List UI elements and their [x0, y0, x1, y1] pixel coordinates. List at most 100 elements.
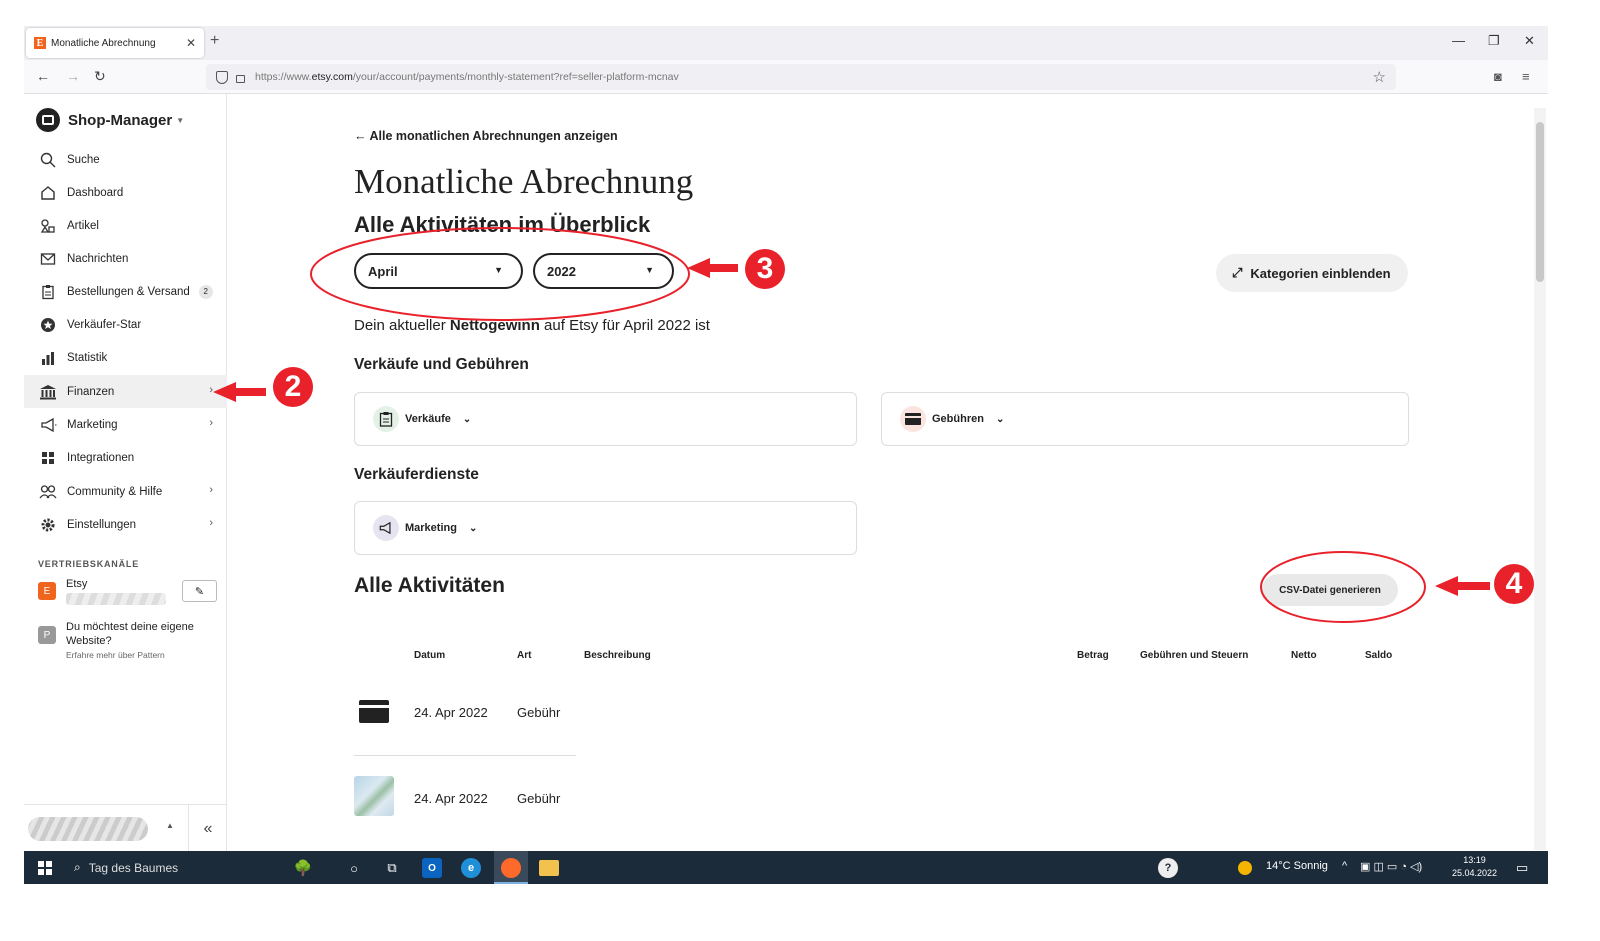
sales-fees-heading: Verkäufe und Gebühren [354, 356, 529, 373]
generate-csv-button[interactable]: CSV-Datei generieren [1262, 574, 1398, 606]
table-row[interactable]: 24. Apr 2022 Gebühr [354, 756, 576, 842]
fees-card[interactable]: Gebühren ⌄ [881, 392, 1409, 446]
pattern-website-promo[interactable]: P Du möchtest deine eigene Website? Erfa… [38, 618, 218, 668]
search-icon [38, 150, 58, 170]
minimize-icon[interactable]: — [1452, 33, 1465, 48]
taskbar-clock[interactable]: 13:19 25.04.2022 [1452, 854, 1497, 880]
browser-tab[interactable]: E Monatliche Abrechnung ✕ [26, 28, 204, 58]
taskbar-search[interactable]: ⌕ Tag des Baumes [68, 855, 318, 880]
sidebar: Shop-Manager ▼ Suche Dashboard Artikel N… [24, 94, 227, 853]
bank-icon [38, 382, 58, 402]
home-icon [38, 183, 58, 203]
orders-count-badge: 2 [198, 284, 213, 299]
tray-apps-icon[interactable]: ▣ ◫ ▭ ◔ ◁) [1360, 860, 1422, 873]
people-icon [38, 482, 58, 502]
collapse-sidebar-icon[interactable]: « [188, 805, 227, 853]
sidebar-item-dashboard[interactable]: Dashboard [24, 176, 227, 209]
shield-icon[interactable] [216, 70, 228, 84]
new-tab-icon[interactable]: + [210, 32, 219, 50]
outlook-icon[interactable]: O [422, 858, 442, 878]
sidebar-item-bestellungen[interactable]: Bestellungen & Versand 2 [24, 275, 227, 308]
table-row[interactable]: 24. Apr 2022 Gebühr [354, 670, 576, 756]
shapes-icon [38, 216, 58, 236]
etsy-favicon-icon: E [34, 37, 46, 49]
caret-down-icon: ▼ [176, 115, 185, 125]
month-select[interactable]: April ▼ [354, 253, 523, 289]
annotation-number-4: 4 [1494, 564, 1534, 604]
shop-manager-logo-icon [36, 108, 60, 132]
main-content: ← Alle monatlichen Abrechnungen anzeigen… [228, 94, 1532, 852]
star-badge-icon [38, 315, 58, 335]
browser-window: E Monatliche Abrechnung ✕ + — ❐ ✕ ← → ↻ … [24, 26, 1548, 884]
clipboard-icon [38, 282, 58, 302]
bar-chart-icon [38, 348, 58, 368]
sidebar-item-statistik[interactable]: Statistik [24, 341, 227, 374]
row-type: Gebühr [517, 705, 561, 720]
back-link[interactable]: ← Alle monatlichen Abrechnungen anzeigen [354, 129, 618, 143]
lock-icon[interactable] [236, 75, 245, 83]
forward-arrow-icon[interactable]: → [66, 68, 80, 84]
net-profit-text: Dein aktueller Nettogewinn auf Etsy für … [354, 317, 710, 334]
column-header-amount[interactable]: Betrag [1077, 650, 1109, 661]
column-header-balance[interactable]: Saldo [1365, 650, 1392, 661]
firefox-icon[interactable] [501, 858, 521, 878]
sidebar-item-nachrichten[interactable]: Nachrichten [24, 242, 227, 275]
sidebar-item-integrationen[interactable]: Integrationen [24, 441, 227, 474]
back-arrow-icon[interactable]: ← [36, 68, 50, 84]
pattern-icon: P [38, 626, 56, 644]
navigation-bar: ← → ↻ https://www.etsy.com/your/account/… [24, 60, 1548, 94]
sidebar-item-marketing[interactable]: Marketing › [24, 408, 227, 441]
bookmark-star-icon[interactable]: ☆ [1373, 68, 1386, 86]
sidebar-item-einstellungen[interactable]: Einstellungen › [24, 508, 227, 541]
address-bar[interactable]: https://www.etsy.com/your/account/paymen… [206, 64, 1396, 90]
cortana-icon[interactable]: ○ [344, 858, 364, 878]
column-header-fees-taxes[interactable]: Gebühren und Steuern [1140, 650, 1248, 661]
windows-taskbar: ⌕ Tag des Baumes 🌳 ○ ⧉ O e ? 14°C Sonnig… [24, 851, 1548, 884]
sidebar-item-suche[interactable]: Suche [24, 143, 227, 176]
restore-icon[interactable]: ❐ [1488, 33, 1500, 49]
annotation-number-2: 2 [273, 367, 313, 407]
listing-thumbnail [354, 776, 394, 816]
channel-etsy[interactable]: E Etsy ✎ [38, 578, 218, 606]
chevron-down-icon: ⌄ [995, 413, 1005, 425]
pocket-icon[interactable]: ◙ [1494, 69, 1502, 84]
marketing-card[interactable]: Marketing ⌄ [354, 501, 857, 555]
reload-icon[interactable]: ↻ [94, 68, 106, 85]
sidebar-item-verkaeufer-star[interactable]: Verkäufer-Star [24, 308, 227, 341]
year-select[interactable]: 2022 ▼ [533, 253, 674, 289]
edit-pencil-icon[interactable]: ✎ [182, 580, 217, 602]
file-explorer-icon[interactable] [539, 860, 559, 876]
chevron-right-icon: › [209, 417, 213, 429]
sidebar-item-finanzen[interactable]: Finanzen › [24, 375, 227, 408]
arbor-day-doodle-icon[interactable]: 🌳 [286, 858, 320, 878]
close-window-icon[interactable]: ✕ [1524, 33, 1535, 49]
shop-manager-header[interactable]: Shop-Manager ▼ [36, 108, 184, 132]
sales-card[interactable]: Verkäufe ⌄ [354, 392, 857, 446]
scrollbar-thumb[interactable] [1536, 122, 1544, 282]
windows-start-icon[interactable] [38, 861, 52, 875]
column-header-type[interactable]: Art [517, 650, 531, 661]
show-categories-button[interactable]: ⤢ Kategorien einblenden [1216, 254, 1408, 292]
page-title: Monatliche Abrechnung [354, 162, 694, 201]
task-view-icon[interactable]: ⧉ [382, 858, 402, 878]
page-scrollbar[interactable] [1534, 108, 1546, 850]
weather-text[interactable]: 14°C Sonnig [1266, 860, 1328, 872]
grid-icon [38, 448, 58, 468]
edge-icon[interactable]: e [461, 858, 481, 878]
column-header-date[interactable]: Datum [414, 650, 445, 661]
column-header-description[interactable]: Beschreibung [584, 650, 651, 661]
menu-icon[interactable]: ≡ [1522, 69, 1530, 84]
sidebar-item-artikel[interactable]: Artikel [24, 209, 227, 242]
clipboard-icon [373, 406, 399, 432]
blurred-user-avatar[interactable] [28, 817, 148, 841]
chevron-right-icon: › [209, 517, 213, 529]
column-header-net[interactable]: Netto [1291, 650, 1317, 661]
chevron-down-icon: ⌄ [468, 522, 478, 534]
caret-up-icon[interactable]: ▲ [166, 821, 174, 830]
close-tab-icon[interactable]: ✕ [186, 36, 196, 50]
tray-chevron-icon[interactable]: ^ [1342, 860, 1347, 872]
all-activities-heading: Alle Aktivitäten [354, 574, 505, 597]
help-icon[interactable]: ? [1158, 858, 1178, 878]
sidebar-item-community[interactable]: Community & Hilfe › [24, 475, 227, 508]
notifications-icon[interactable]: ▭ [1516, 860, 1528, 876]
